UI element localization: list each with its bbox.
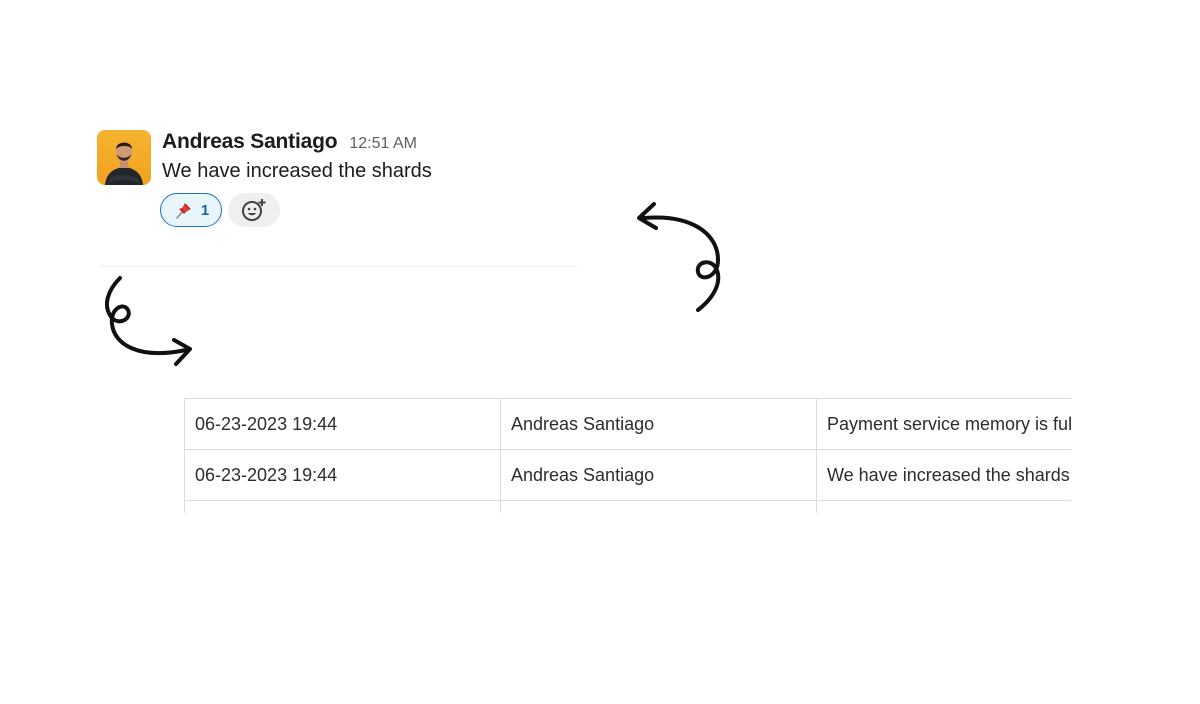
user-cell: Andreas Santiago xyxy=(500,449,817,501)
timestamp-cell: 06-23-2023 19:44 xyxy=(185,449,501,501)
pushpin-reaction-button[interactable]: 1 xyxy=(160,193,222,227)
message-header: Andreas Santiago 12:51 AM xyxy=(162,130,432,154)
timestamp-cell: 06-23-2023 19:44 xyxy=(185,398,501,450)
message-timestamp[interactable]: 12:51 AM xyxy=(349,135,417,153)
pushpin-icon xyxy=(176,203,191,219)
empty-cell xyxy=(185,500,501,513)
curved-arrow-left-icon xyxy=(637,202,721,312)
reactions-bar: 1 xyxy=(160,193,432,227)
sender-name[interactable]: Andreas Santiago xyxy=(162,130,338,154)
user-cell: Andreas Santiago xyxy=(500,398,817,450)
curved-arrow-right-icon xyxy=(104,276,192,366)
person-avatar-icon xyxy=(105,142,143,185)
add-emoji-icon xyxy=(242,199,266,221)
empty-cell xyxy=(500,500,817,513)
message-text: We have increased the shards xyxy=(162,160,432,182)
message-divider xyxy=(100,266,578,267)
table-row[interactable]: 06-23-2023 19:44 Andreas Santiago We hav… xyxy=(185,449,1071,501)
message-body: Andreas Santiago 12:51 AM We have increa… xyxy=(160,130,432,227)
reaction-count: 1 xyxy=(200,201,210,219)
empty-cell xyxy=(816,500,1071,513)
table-row[interactable]: 06-23-2023 19:44 Andreas Santiago Paymen… xyxy=(185,398,1071,450)
messages-table: 06-23-2023 19:44 Andreas Santiago Paymen… xyxy=(184,398,1071,513)
table-row-partial xyxy=(185,500,1071,513)
message-cell: Payment service memory is full xyxy=(816,398,1071,450)
add-reaction-button[interactable] xyxy=(228,193,280,227)
avatar[interactable] xyxy=(97,130,151,185)
message-cell: We have increased the shards xyxy=(816,449,1071,501)
